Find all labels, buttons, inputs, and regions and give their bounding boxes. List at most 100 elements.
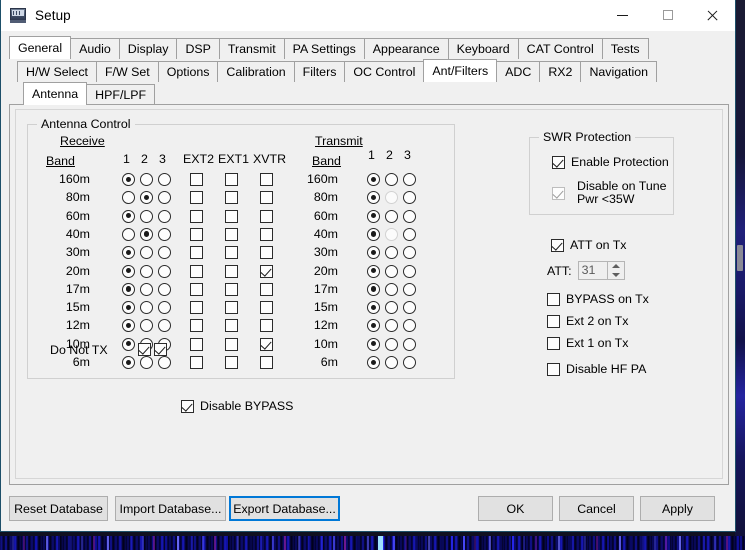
- background-scrollbar-thumb[interactable]: [737, 245, 743, 271]
- transmit-ant-radio[interactable]: [403, 301, 416, 315]
- transmit-ant-radio[interactable]: [385, 319, 398, 333]
- receive-ant-radio[interactable]: [140, 301, 153, 315]
- receive-xvtr-checkbox[interactable]: [260, 319, 273, 333]
- transmit-ant-radio[interactable]: [403, 337, 416, 351]
- receive-ant-radio[interactable]: [140, 209, 153, 223]
- receive-ant-radio[interactable]: [158, 246, 171, 260]
- receive-xvtr-checkbox[interactable]: [260, 246, 273, 260]
- receive-ant-radio[interactable]: [158, 209, 171, 223]
- tab-antenna[interactable]: Antenna: [23, 82, 88, 105]
- tab-options[interactable]: Options: [157, 61, 219, 82]
- receive-ext2-checkbox[interactable]: [190, 173, 203, 186]
- receive-ant-radio[interactable]: [158, 356, 171, 369]
- receive-ext2-checkbox[interactable]: [190, 337, 203, 351]
- disable-bypass-checkbox[interactable]: [181, 399, 194, 413]
- apply-button[interactable]: Apply: [640, 496, 715, 521]
- import-database-button[interactable]: Import Database...: [115, 496, 226, 521]
- close-button[interactable]: [690, 0, 735, 31]
- receive-ext2-checkbox[interactable]: [190, 301, 203, 315]
- transmit-ant-radio[interactable]: [403, 264, 416, 278]
- receive-xvtr-checkbox[interactable]: [260, 356, 273, 369]
- transmit-ant-radio[interactable]: [367, 319, 380, 333]
- receive-xvtr-checkbox[interactable]: [260, 282, 273, 296]
- maximize-button[interactable]: [645, 0, 690, 31]
- receive-ext1-checkbox[interactable]: [225, 173, 238, 186]
- transmit-ant-radio[interactable]: [367, 301, 380, 315]
- bypass-on-tx-row[interactable]: BYPASS on Tx: [547, 292, 649, 306]
- reset-database-button[interactable]: Reset Database: [9, 496, 108, 521]
- transmit-ant-radio[interactable]: [403, 227, 416, 241]
- receive-xvtr-checkbox[interactable]: [260, 209, 273, 223]
- receive-ant-radio[interactable]: [122, 246, 135, 260]
- tab-tests[interactable]: Tests: [601, 38, 649, 59]
- receive-ext2-checkbox[interactable]: [190, 191, 203, 205]
- disable-on-tune-row[interactable]: Disable on Tune Pwr <35W: [552, 180, 667, 206]
- transmit-ant-radio[interactable]: [385, 301, 398, 315]
- tab-f-w-set[interactable]: F/W Set: [95, 61, 159, 82]
- ext1-on-tx-checkbox[interactable]: [547, 336, 560, 350]
- transmit-ant-radio[interactable]: [367, 209, 380, 223]
- transmit-ant-radio[interactable]: [403, 319, 416, 333]
- att-on-tx-checkbox[interactable]: [551, 238, 564, 252]
- do-not-tx-checkbox[interactable]: [138, 343, 151, 356]
- transmit-ant-radio[interactable]: [367, 173, 380, 186]
- receive-ant-radio[interactable]: [122, 209, 135, 223]
- ext2-on-tx-checkbox[interactable]: [547, 314, 560, 328]
- disable-hf-pa-checkbox[interactable]: [547, 362, 560, 376]
- receive-ant-radio[interactable]: [140, 246, 153, 260]
- receive-xvtr-checkbox[interactable]: [260, 191, 273, 205]
- transmit-ant-radio[interactable]: [403, 246, 416, 260]
- att-value[interactable]: 31: [577, 261, 608, 280]
- att-on-tx-row[interactable]: ATT on Tx: [551, 238, 626, 252]
- receive-ext1-checkbox[interactable]: [225, 282, 238, 296]
- receive-ant-radio[interactable]: [122, 356, 135, 369]
- transmit-ant-radio[interactable]: [385, 246, 398, 260]
- cancel-button[interactable]: Cancel: [559, 496, 634, 521]
- transmit-ant-radio[interactable]: [385, 264, 398, 278]
- receive-ext1-checkbox[interactable]: [225, 209, 238, 223]
- transmit-ant-radio[interactable]: [385, 173, 398, 186]
- tab-h-w-select[interactable]: H/W Select: [17, 61, 97, 82]
- tab-hpf-lpf[interactable]: HPF/LPF: [86, 84, 156, 105]
- receive-ant-radio[interactable]: [140, 191, 153, 205]
- receive-xvtr-checkbox[interactable]: [260, 227, 273, 241]
- transmit-ant-radio[interactable]: [367, 191, 380, 205]
- enable-protection-row[interactable]: Enable Protection: [552, 155, 669, 169]
- receive-ant-radio[interactable]: [140, 264, 153, 278]
- transmit-ant-radio[interactable]: [385, 209, 398, 223]
- receive-ant-radio[interactable]: [122, 191, 135, 205]
- tab-pa-settings[interactable]: PA Settings: [283, 38, 365, 59]
- ok-button[interactable]: OK: [478, 496, 553, 521]
- transmit-ant-radio[interactable]: [367, 264, 380, 278]
- receive-ext1-checkbox[interactable]: [225, 301, 238, 315]
- tab-oc-control[interactable]: OC Control: [344, 61, 425, 82]
- disable-on-tune-checkbox[interactable]: [552, 186, 565, 200]
- tab-cat-control[interactable]: CAT Control: [517, 38, 603, 59]
- transmit-ant-radio[interactable]: [385, 282, 398, 296]
- receive-ext2-checkbox[interactable]: [190, 227, 203, 241]
- transmit-ant-radio[interactable]: [367, 227, 380, 241]
- transmit-ant-radio[interactable]: [385, 356, 398, 369]
- receive-xvtr-checkbox[interactable]: [260, 337, 273, 351]
- receive-ext2-checkbox[interactable]: [190, 356, 203, 369]
- ext1-on-tx-row[interactable]: Ext 1 on Tx: [547, 336, 628, 350]
- disable-bypass-row[interactable]: Disable BYPASS: [181, 399, 293, 413]
- minimize-button[interactable]: [600, 0, 645, 31]
- receive-ant-radio[interactable]: [140, 282, 153, 296]
- receive-ext1-checkbox[interactable]: [225, 264, 238, 278]
- tab-calibration[interactable]: Calibration: [217, 61, 295, 82]
- tab-keyboard[interactable]: Keyboard: [447, 38, 519, 59]
- transmit-ant-radio[interactable]: [403, 209, 416, 223]
- receive-ant-radio[interactable]: [140, 227, 153, 241]
- export-database-button[interactable]: Export Database...: [229, 496, 340, 521]
- att-spinner[interactable]: ATT: 31: [547, 261, 625, 280]
- transmit-ant-radio[interactable]: [403, 356, 416, 369]
- tab-rx2[interactable]: RX2: [539, 61, 582, 82]
- transmit-ant-radio[interactable]: [385, 337, 398, 351]
- title-bar[interactable]: Setup: [1, 0, 735, 31]
- receive-ant-radio[interactable]: [140, 319, 153, 333]
- receive-ant-radio[interactable]: [122, 301, 135, 315]
- transmit-ant-radio[interactable]: [367, 246, 380, 260]
- receive-ext1-checkbox[interactable]: [225, 337, 238, 351]
- tab-display[interactable]: Display: [118, 38, 178, 59]
